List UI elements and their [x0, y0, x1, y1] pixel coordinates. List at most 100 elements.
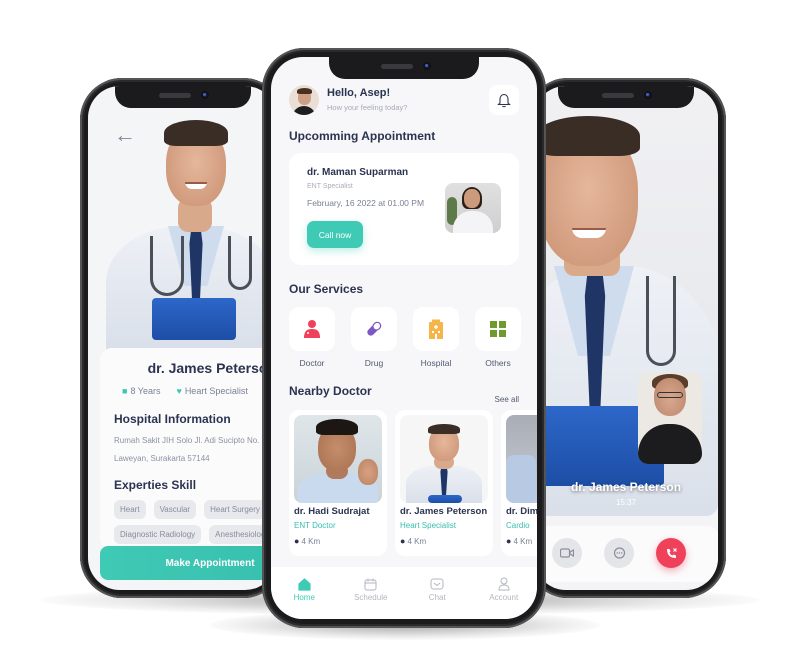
appointment-doctor: dr. Maman Suparman — [307, 167, 409, 178]
tab-home[interactable]: Home — [279, 575, 329, 619]
doctor-card-specialty: Cardio — [506, 521, 530, 530]
skill-chip[interactable]: Heart — [114, 500, 146, 519]
doctor-info-card: dr. James Peterson ■ 8 Years ♥ Heart Speci… — [100, 348, 277, 550]
pill-icon — [367, 321, 382, 336]
hospital-info-title: Hospital Information — [114, 412, 231, 426]
home-header: Hello, Asep! How your feeling today? — [289, 85, 519, 117]
heart-icon: ♥ — [176, 386, 182, 396]
location-pin-icon: ● — [294, 536, 300, 546]
upcoming-title: Upcomming Appointment — [289, 129, 436, 143]
location-pin-icon: ● — [506, 536, 512, 546]
doctor-card[interactable]: dr. Dim Cardio ● 4 Km — [501, 410, 537, 556]
service-drug[interactable]: Drug — [351, 307, 397, 368]
bottom-tab-bar: Home Schedule Chat Account — [271, 567, 537, 619]
call-duration: 15:37 — [615, 498, 637, 507]
doctor-photo — [400, 415, 488, 503]
phone-notch — [114, 86, 251, 108]
doctor-card-name: dr. James Peterson — [400, 506, 488, 517]
arrow-left-icon[interactable]: ← — [114, 122, 136, 148]
caller-name: dr. James Peterson — [570, 480, 682, 494]
appointment-datetime: February, 16 2022 at 01.00 PM — [307, 198, 425, 208]
tab-label: Schedule — [354, 593, 388, 602]
home-screen: Hello, Asep! How your feeling today? Upc… — [271, 57, 537, 619]
skill-chip[interactable]: Vascular — [153, 500, 197, 519]
tab-chat[interactable]: Chat — [412, 575, 462, 619]
doctor-card-specialty: Heart Specialist — [400, 521, 457, 530]
services-title: Our Services — [289, 282, 364, 296]
home-icon — [298, 577, 311, 591]
make-appointment-button[interactable]: Make Appointment — [100, 546, 277, 580]
doctor-detail-screen: ← dr. James Peterson ■ 8 Years ♥ Heart Spe… — [88, 86, 277, 590]
service-label: Others — [485, 358, 511, 368]
doctor-icon — [304, 320, 320, 338]
appointment-doctor-photo — [445, 183, 501, 233]
service-label: Drug — [364, 358, 384, 368]
tab-account[interactable]: Account — [479, 575, 529, 619]
tab-label: Account — [489, 593, 519, 602]
nearby-title: Nearby Doctor — [289, 384, 372, 398]
phone-notch — [329, 57, 479, 79]
doctor-name: dr. James Peterson — [147, 360, 276, 376]
self-video-preview[interactable] — [638, 372, 702, 464]
doctor-card-distance: 4 Km — [513, 537, 533, 546]
doctor-card-distance: 4 Km — [407, 537, 427, 546]
video-feed: dr. James Peterson 15:37 — [534, 86, 718, 516]
calendar-icon — [364, 578, 377, 590]
service-doctor[interactable]: Doctor — [289, 307, 335, 368]
phone-notch — [558, 86, 694, 108]
chat-icon — [430, 578, 444, 590]
skill-chips: Heart Vascular Heart Surgery Diagnostic … — [114, 500, 277, 544]
doctor-card-specialty: ENT Doctor — [294, 521, 336, 530]
service-label: Hospital — [420, 358, 452, 368]
doctor-card-distance: 4 Km — [301, 537, 321, 546]
experience: ■ 8 Years — [122, 386, 160, 396]
briefcase-icon: ■ — [122, 386, 128, 396]
services-grid: Doctor Drug Hospital Others — [289, 307, 521, 368]
service-others[interactable]: Others — [475, 307, 521, 368]
video-call-phone: dr. James Peterson 15:37 — [526, 78, 726, 598]
call-now-button[interactable]: Call now — [307, 221, 363, 248]
nearby-doctor-list: dr. Hadi Sudrajat ENT Doctor ● 4 Km dr. J… — [289, 410, 537, 556]
doctor-card-name: dr. Dim — [506, 506, 537, 517]
doctor-photo — [506, 415, 537, 503]
appointment-specialty: ENT Specialist — [307, 183, 353, 190]
bell-icon — [497, 93, 511, 107]
specialty-text: Heart Specialist — [184, 386, 248, 396]
hospital-icon — [429, 319, 443, 339]
experience-text: 8 Years — [130, 386, 161, 396]
greeting-subtitle: How your feeling today? — [327, 103, 408, 112]
doctor-card[interactable]: dr. James Peterson Heart Specialist ● 4 K… — [395, 410, 493, 556]
skills-title: Experties Skill — [114, 478, 197, 492]
notification-button[interactable] — [489, 85, 519, 115]
home-phone: Hello, Asep! How your feeling today? Upc… — [262, 48, 546, 628]
video-call-screen: dr. James Peterson 15:37 — [534, 86, 718, 590]
doctor-detail-phone: ← dr. James Peterson ■ 8 Years ♥ Heart Spe… — [80, 78, 285, 598]
user-icon — [498, 577, 510, 591]
avatar[interactable] — [289, 85, 319, 115]
see-all-link[interactable]: See all — [495, 395, 519, 404]
specialty: ♥ Heart Specialist — [176, 386, 247, 396]
tab-schedule[interactable]: Schedule — [346, 575, 396, 619]
tab-label: Home — [293, 593, 315, 602]
doctor-card[interactable]: dr. Hadi Sudrajat ENT Doctor ● 4 Km — [289, 410, 387, 556]
end-call-button[interactable] — [656, 538, 686, 568]
service-hospital[interactable]: Hospital — [413, 307, 459, 368]
doctor-photo — [294, 415, 382, 503]
skill-chip[interactable]: Diagnostic Radiology — [114, 525, 202, 544]
chat-bubble-icon — [613, 546, 625, 559]
tab-label: Chat — [428, 593, 446, 602]
end-call-icon — [666, 547, 677, 558]
service-label: Doctor — [299, 358, 325, 368]
location-pin-icon: ● — [400, 536, 406, 546]
skill-chip[interactable]: Heart Surgery — [204, 500, 266, 519]
appointment-card[interactable]: dr. Maman Suparman ENT Specialist Februa… — [289, 153, 519, 265]
greeting: Hello, Asep! — [327, 87, 391, 99]
chat-button[interactable] — [604, 538, 634, 568]
address-line1: Rumah Sakit JIH Solo Jl. Adi Sucipto No. — [114, 436, 260, 445]
grid-icon — [490, 321, 506, 337]
video-camera-icon — [560, 548, 574, 558]
address-line2: Laweyan, Surakarta 57144 — [114, 454, 210, 463]
doctor-card-name: dr. Hadi Sudrajat — [294, 506, 370, 517]
video-toggle-button[interactable] — [552, 538, 582, 568]
call-controls — [534, 526, 718, 582]
